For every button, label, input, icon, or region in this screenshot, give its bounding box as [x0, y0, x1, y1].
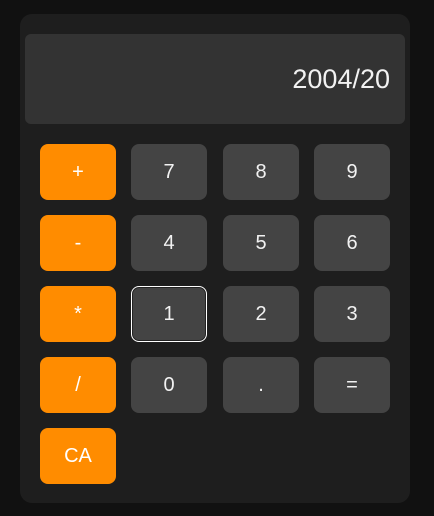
digit-5-button[interactable]: 5	[223, 215, 299, 271]
multiply-button[interactable]: *	[40, 286, 116, 342]
digit-3-button[interactable]: 3	[314, 286, 390, 342]
digit-7-button[interactable]: 7	[131, 144, 207, 200]
digit-4-button[interactable]: 4	[131, 215, 207, 271]
clear-all-button[interactable]: CA	[40, 428, 116, 484]
equals-button[interactable]: =	[314, 357, 390, 413]
add-button[interactable]: +	[40, 144, 116, 200]
decimal-button[interactable]: .	[223, 357, 299, 413]
calculator-panel: 2004/20 + 7 8 9 - 4 5 6 * 1 2 3 / 0 . = …	[20, 14, 410, 503]
divide-button[interactable]: /	[40, 357, 116, 413]
calculator-display: 2004/20	[25, 34, 405, 124]
digit-0-button[interactable]: 0	[131, 357, 207, 413]
digit-2-button[interactable]: 2	[223, 286, 299, 342]
digit-6-button[interactable]: 6	[314, 215, 390, 271]
digit-9-button[interactable]: 9	[314, 144, 390, 200]
digit-1-button[interactable]: 1	[131, 286, 207, 342]
digit-8-button[interactable]: 8	[223, 144, 299, 200]
subtract-button[interactable]: -	[40, 215, 116, 271]
